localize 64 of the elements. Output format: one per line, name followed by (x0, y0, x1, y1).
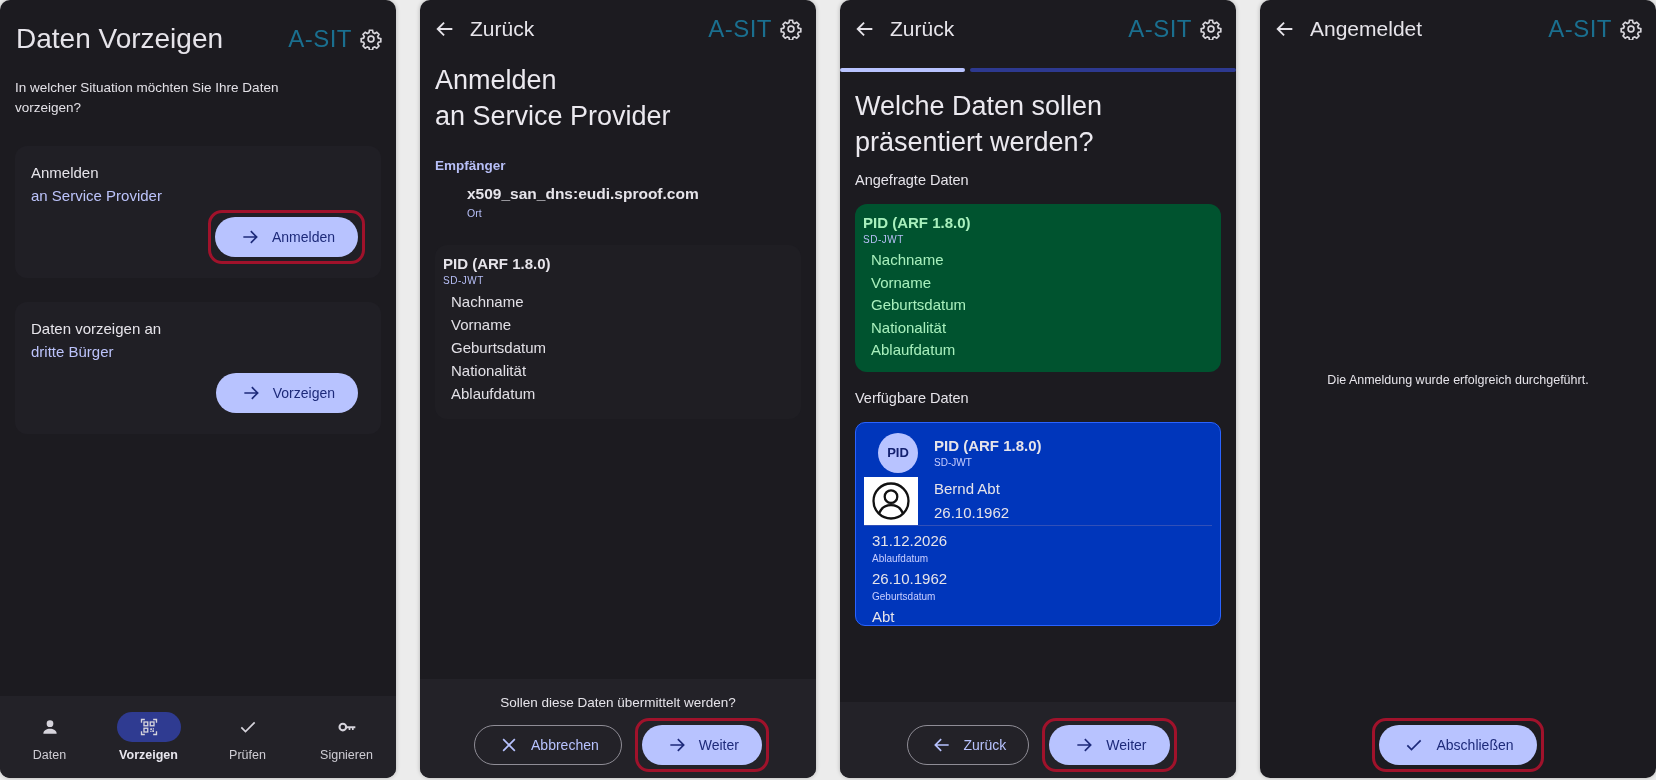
credential-name: PID (ARF 1.8.0) (443, 255, 552, 272)
avatar-icon (870, 479, 912, 522)
attribute-name: Nachname (870, 250, 945, 270)
nav-tab[interactable]: Daten (17, 712, 82, 762)
holder-birth-date: 26.10.1962 (934, 502, 1010, 523)
attribute-name: Nationalität (450, 361, 528, 381)
screen-title: Angemeldet (1310, 17, 1423, 41)
recipient-value: x509_san_dns:eudi.sproof.com (467, 185, 700, 203)
credential-badge: PID (878, 432, 918, 473)
card-subtitle: dritte Bürger (31, 343, 115, 360)
settings-icon (1620, 18, 1642, 40)
page-heading: Anmelden an Service Provider (435, 64, 672, 133)
attribute-name: Ablaufdatum (450, 384, 537, 404)
holder-name: Bernd Abt (934, 478, 1001, 499)
attribute-name: Vorname (450, 315, 513, 335)
card-subtitle: an Service Provider (31, 187, 163, 204)
attribute-name: Ablaufdatum (870, 340, 957, 360)
qr-code-icon (138, 717, 159, 737)
attribute-name: Nationalität (870, 317, 948, 338)
card-title: Daten vorzeigen an (31, 320, 163, 337)
nav-tab[interactable]: Signieren (314, 712, 379, 762)
screen-title: Zurück (890, 17, 955, 41)
credential-format: SD-JWT (443, 275, 485, 286)
logo: A-SIT (708, 15, 772, 43)
settings-button[interactable] (780, 18, 802, 40)
status-message: Die Anmeldung wurde erfolgreich durchgeführt. (1327, 373, 1589, 387)
field-value: 26.10.1962 (872, 569, 949, 587)
section-label: Empfänger (435, 158, 507, 173)
page-heading: Welche Daten sollen präsentiert werden? (855, 90, 1104, 159)
action-button[interactable]: Weiter (1049, 725, 1170, 765)
logo: A-SIT (288, 25, 352, 53)
section-label: Angefragte Daten (855, 172, 970, 188)
attribute-name: Vorname (870, 272, 933, 293)
settings-icon (360, 28, 382, 50)
settings-button[interactable] (1200, 18, 1222, 40)
confirm-question: Sollen diese Daten übermittelt werden? (500, 695, 736, 710)
attribute-name: Geburtsdatum (450, 338, 548, 358)
section-label: Verfügbare Daten (855, 389, 970, 406)
attribute-name: Nachname (450, 292, 525, 312)
logo: A-SIT (1128, 15, 1192, 43)
field-value: Abt (872, 607, 896, 625)
screen-title: Zurück (470, 17, 535, 41)
credential-name: PID (ARF 1.8.0) (863, 214, 972, 231)
field-label: Geburtsdatum (872, 590, 937, 602)
action-button[interactable]: Abschließen (1379, 725, 1537, 765)
field-label: Ablaufdatum (872, 552, 930, 564)
settings-button[interactable] (360, 28, 382, 50)
settings-icon (780, 18, 802, 40)
credential-format: SD-JWT (934, 457, 973, 468)
settings-icon (1200, 18, 1222, 40)
credential-format: SD-JWT (863, 234, 905, 245)
nav-tab[interactable]: Prüfen (215, 712, 280, 762)
credential-name: PID (ARF 1.8.0) (934, 437, 1042, 454)
action-button[interactable]: Vorzeigen (215, 373, 358, 413)
screen-title: Daten Vorzeigen (16, 23, 224, 55)
recipient-caption: Ort (467, 207, 483, 219)
action-button[interactable]: Anmelden (214, 217, 358, 257)
intro-text: In welcher Situation möchten Sie Ihre Daten vorzeigen? (15, 79, 280, 117)
card-title: Anmelden (31, 164, 100, 181)
settings-button[interactable] (1620, 18, 1642, 40)
field-value: 31.12.2026 (872, 531, 949, 549)
action-button[interactable]: Weiter (641, 725, 762, 765)
attribute-name: Geburtsdatum (870, 295, 968, 315)
logo: A-SIT (1548, 15, 1612, 43)
